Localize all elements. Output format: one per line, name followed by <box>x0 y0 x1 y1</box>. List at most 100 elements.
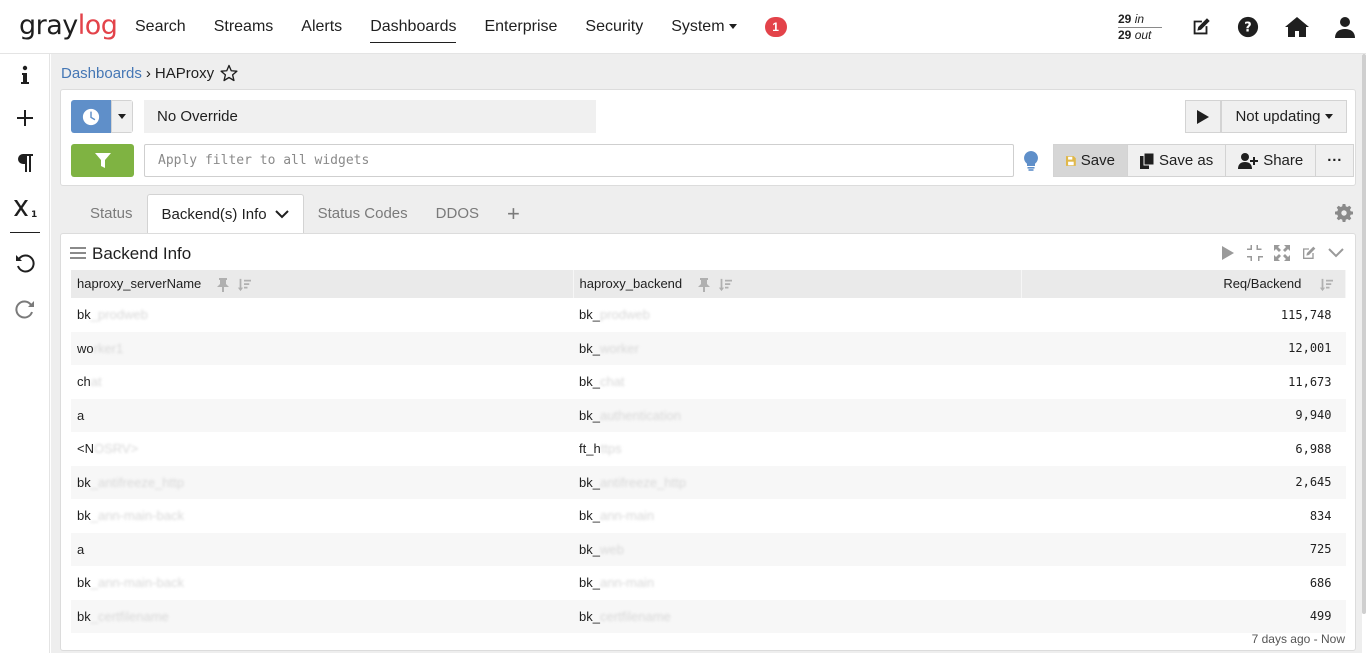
user-icon[interactable] <box>1332 14 1358 40</box>
chevron-down-icon <box>274 210 289 219</box>
refresh-play-button[interactable] <box>1185 100 1221 133</box>
cell-server[interactable]: bk_ann-main-back <box>71 499 573 533</box>
page-scrollbar[interactable] <box>1362 54 1366 614</box>
subscript-icon[interactable]: 1 <box>12 195 38 221</box>
cell-value[interactable]: 834 <box>1021 499 1346 533</box>
compress-icon[interactable] <box>1246 244 1264 262</box>
nav-search[interactable]: Search <box>135 12 186 42</box>
edit-widget-icon[interactable] <box>1300 244 1318 262</box>
info-icon[interactable] <box>12 62 38 88</box>
nav-streams[interactable]: Streams <box>214 12 274 42</box>
sort-icon[interactable] <box>237 278 251 292</box>
table-row[interactable]: a bk_web 725 <box>71 532 1346 566</box>
tab-ddos[interactable]: DDOS <box>422 194 493 233</box>
column-header-req-backend[interactable]: Req/Backend <box>1021 270 1346 298</box>
cell-server[interactable]: a <box>71 532 573 566</box>
table-row[interactable]: worker1 bk_worker 12,001 <box>71 331 1346 365</box>
table-row[interactable]: <NOSRV> ft_https 6,988 <box>71 432 1346 466</box>
cell-server[interactable]: bk_ann-main-back <box>71 566 573 600</box>
undo-icon[interactable] <box>12 250 38 276</box>
time-override-display[interactable]: No Override <box>144 100 596 133</box>
drag-handle-icon[interactable] <box>70 246 86 260</box>
chevron-down-icon[interactable] <box>1327 244 1345 262</box>
left-sidebar: 1 <box>0 54 50 653</box>
nav-alerts[interactable]: Alerts <box>301 12 342 42</box>
cell-backend[interactable]: bk_worker <box>573 331 1021 365</box>
plus-icon[interactable] <box>12 105 38 131</box>
cell-backend[interactable]: bk_web <box>573 532 1021 566</box>
table-row[interactable]: chat bk_chat 11,673 <box>71 365 1346 399</box>
table-row[interactable]: bk_prodweb bk_prodweb 115,748 <box>71 298 1346 332</box>
breadcrumb-dashboards-link[interactable]: Dashboards <box>61 65 142 82</box>
nav-security[interactable]: Security <box>585 12 643 42</box>
table-row[interactable]: a bk_authentication 9,940 <box>71 398 1346 432</box>
nav-system[interactable]: System <box>671 12 737 42</box>
cell-server[interactable]: bk_prodweb <box>71 298 573 332</box>
apply-filter-button[interactable] <box>71 144 134 177</box>
pin-icon[interactable] <box>216 277 231 292</box>
cell-backend[interactable]: bk_authentication <box>573 398 1021 432</box>
table-row[interactable]: bk_certfilename bk_certfilename 499 <box>71 599 1346 633</box>
redo-icon[interactable] <box>12 296 38 322</box>
nav-enterprise[interactable]: Enterprise <box>484 12 557 42</box>
save-as-button[interactable]: Save as <box>1127 144 1227 177</box>
column-header-server[interactable]: haproxy_serverName <box>71 270 574 298</box>
cell-value[interactable]: 11,673 <box>1021 365 1346 399</box>
play-icon[interactable] <box>1219 244 1237 262</box>
cell-value[interactable]: 12,001 <box>1021 331 1346 365</box>
cell-value[interactable]: 2,645 <box>1021 465 1346 499</box>
redacted-text: _ann-main-back <box>90 508 184 524</box>
cell-backend[interactable]: bk_antifreeze_http <box>573 465 1021 499</box>
time-range-button[interactable] <box>71 100 111 133</box>
cell-backend[interactable]: bk_ann-main <box>573 499 1021 533</box>
add-tab-button[interactable]: + <box>493 194 534 233</box>
table-row[interactable]: bk_antifreeze_http bk_antifreeze_http 2,64… <box>71 465 1346 499</box>
cell-backend[interactable]: ft_https <box>573 432 1021 466</box>
paragraph-icon[interactable] <box>12 150 38 176</box>
nav-dashboards[interactable]: Dashboards <box>370 12 457 43</box>
time-range-dropdown[interactable] <box>111 100 133 133</box>
cell-value[interactable]: 9,940 <box>1021 398 1346 432</box>
cell-server[interactable]: chat <box>71 365 573 399</box>
cell-server[interactable]: <NOSRV> <box>71 432 573 466</box>
cell-server[interactable]: bk_certfilename <box>71 599 573 633</box>
sort-icon[interactable] <box>718 278 732 292</box>
cell-backend[interactable]: bk_chat <box>573 365 1021 399</box>
throughput-indicator[interactable]: 29 in 29 out <box>1118 12 1162 42</box>
cell-server[interactable]: worker1 <box>71 331 573 365</box>
table-body: bk_prodweb bk_prodweb 115,748 worker1 bk_wo… <box>71 298 1346 633</box>
expand-icon[interactable] <box>1273 244 1291 262</box>
cell-value[interactable]: 115,748 <box>1021 298 1346 332</box>
table-row[interactable]: bk_ann-main-back bk_ann-main 834 <box>71 499 1346 533</box>
cell-text: <N <box>77 441 94 457</box>
pin-icon[interactable] <box>697 277 712 292</box>
notification-badge[interactable]: 1 <box>764 17 787 37</box>
help-icon[interactable]: ? <box>1235 14 1261 40</box>
graylog-logo[interactable]: graylog <box>19 10 118 41</box>
cell-server[interactable]: a <box>71 398 573 432</box>
refresh-interval-dropdown[interactable]: Not updating <box>1221 100 1347 133</box>
filter-input[interactable] <box>144 144 1014 177</box>
lightbulb-icon[interactable] <box>1023 151 1039 171</box>
cell-value[interactable]: 6,988 <box>1021 432 1346 466</box>
share-button[interactable]: Share <box>1225 144 1317 177</box>
home-icon[interactable] <box>1284 14 1310 40</box>
cell-server[interactable]: bk_antifreeze_http <box>71 465 573 499</box>
gear-icon[interactable] <box>1335 204 1353 222</box>
cell-value[interactable]: 499 <box>1021 599 1346 633</box>
column-header-backend[interactable]: haproxy_backend <box>573 270 1022 298</box>
more-actions-button[interactable]: ··· <box>1315 144 1355 177</box>
cell-value[interactable]: 725 <box>1021 532 1346 566</box>
cell-backend[interactable]: bk_certfilename <box>573 599 1021 633</box>
tab-status[interactable]: Status <box>76 194 147 233</box>
sort-icon[interactable] <box>1319 278 1333 292</box>
cell-backend[interactable]: bk_prodweb <box>573 298 1021 332</box>
table-row[interactable]: bk_ann-main-back bk_ann-main 686 <box>71 566 1346 600</box>
tab-backends-info[interactable]: Backend(s) Info <box>146 194 304 233</box>
cell-value[interactable]: 686 <box>1021 566 1346 600</box>
star-icon[interactable] <box>220 64 238 82</box>
tab-status-codes[interactable]: Status Codes <box>304 194 422 233</box>
edit-icon[interactable] <box>1188 14 1214 40</box>
cell-backend[interactable]: bk_ann-main <box>573 566 1021 600</box>
save-button[interactable]: Save <box>1053 144 1128 177</box>
